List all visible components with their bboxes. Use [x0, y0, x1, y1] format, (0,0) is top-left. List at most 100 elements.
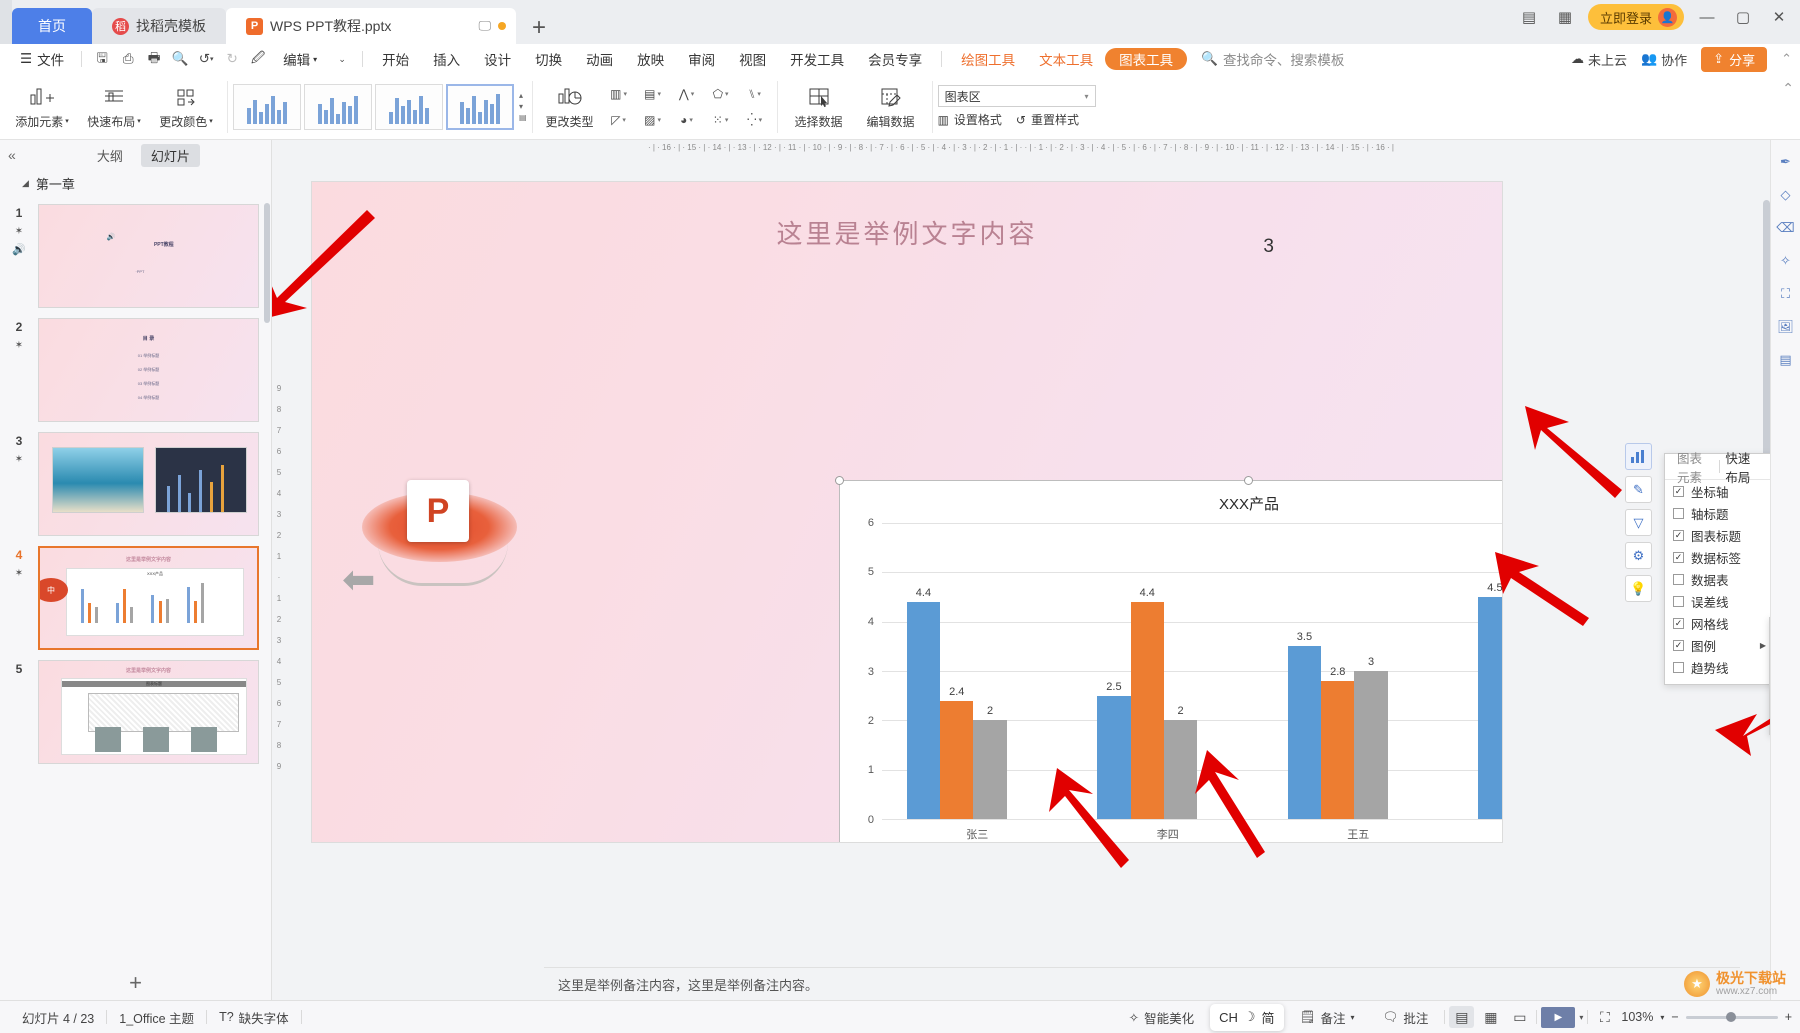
print-preview-icon[interactable]: 🔍: [167, 47, 193, 71]
file-menu-button[interactable]: ☰ 文件: [10, 49, 74, 69]
monitor-icon[interactable]: 🖵: [478, 18, 491, 34]
crop-icon[interactable]: ⛶: [1781, 286, 1790, 302]
pie-chart-type-icon[interactable]: ◕ ▾: [670, 113, 704, 127]
notes-toggle-button[interactable]: 🗒 备注 ▾: [1288, 1008, 1367, 1027]
chart-bar[interactable]: [1130, 601, 1164, 819]
bar-chart-type-icon[interactable]: ▥ ▾: [602, 87, 636, 101]
chart-element-row[interactable]: 轴标题: [1665, 502, 1770, 524]
menu-item-view[interactable]: 视图: [727, 44, 778, 74]
missing-font-button[interactable]: T? 缺失字体: [207, 1008, 301, 1027]
chart-element-row[interactable]: 趋势线: [1665, 656, 1770, 678]
list-item[interactable]: 1 ✶ 🔊 PPT教程 ·PPT 🔊: [0, 199, 271, 313]
zoom-slider[interactable]: [1685, 1011, 1778, 1022]
edit-data-button[interactable]: 编辑数据: [855, 76, 927, 138]
picture-icon[interactable]: 🖼: [1777, 319, 1794, 335]
reset-style-button[interactable]: ↺ 重置样式: [1016, 111, 1079, 128]
reading-view-button[interactable]: ▭: [1507, 1006, 1532, 1028]
tool-tab-text[interactable]: 文本工具: [1027, 44, 1105, 74]
menu-item-review[interactable]: 审阅: [676, 44, 727, 74]
chart-bar[interactable]: [1097, 695, 1131, 819]
checkbox[interactable]: ✓: [1673, 617, 1684, 629]
comment-button[interactable]: 🗨 批注: [1370, 1008, 1440, 1027]
slide-canvas[interactable]: 这里是举例文字内容 3 4 P ⬅: [312, 182, 1502, 842]
start-slideshow-button[interactable]: ▶: [1541, 1006, 1576, 1028]
chart-style-option-3[interactable]: [375, 83, 443, 130]
zoom-slider-knob[interactable]: [1725, 1011, 1736, 1022]
grid-view-icon[interactable]: ▦: [1552, 4, 1578, 30]
chart-bar[interactable]: [1287, 646, 1322, 819]
menu-item-developer[interactable]: 开发工具: [778, 44, 856, 74]
slide-thumbnail[interactable]: 目 录 01 举例标题 02 举例标题 03 举例标题 04 举例标题: [38, 318, 259, 422]
scatter-chart-type-icon[interactable]: ⁙ ▾: [704, 113, 738, 127]
login-button[interactable]: 立即登录 👤: [1587, 4, 1684, 30]
chart-area-select[interactable]: 图表区 ▾: [937, 85, 1096, 107]
maximize-button[interactable]: ▢: [1730, 4, 1756, 30]
tool-tab-drawing[interactable]: 绘图工具: [949, 44, 1027, 74]
combo-chart-type-icon[interactable]: ▨ ▾: [636, 113, 670, 127]
list-item[interactable]: 3 ✶: [0, 427, 271, 541]
slide-list[interactable]: 1 ✶ 🔊 PPT教程 ·PPT 🔊 2 ✶ 目 录 01 举例标题 02 举例…: [0, 199, 271, 966]
chart-element-row[interactable]: ✓ 图表标题: [1665, 524, 1770, 546]
chart-element-row[interactable]: ✓ 数据标签: [1665, 546, 1770, 568]
slide-thumbnail-selected[interactable]: 这里是举例文字内容 XXX产品 中: [38, 546, 259, 650]
zoom-level[interactable]: 103%: [1621, 1010, 1653, 1024]
chart-element-row[interactable]: ✓ 网格线: [1665, 612, 1770, 634]
tab-find-template[interactable]: 稻 找稻壳模板: [92, 8, 226, 44]
slide-sorter-view-button[interactable]: ▦: [1478, 1006, 1503, 1028]
command-search[interactable]: 🔍 查找命令、搜索模板: [1187, 49, 1344, 69]
select-data-button[interactable]: 选择数据: [783, 76, 855, 138]
chevron-right-icon[interactable]: ▶: [1760, 641, 1766, 650]
chart-element-row[interactable]: 误差线: [1665, 590, 1770, 612]
print-icon[interactable]: 🖶: [141, 47, 167, 71]
checkbox[interactable]: ✓: [1673, 529, 1684, 541]
chart-style-option-4[interactable]: [446, 83, 514, 130]
change-color-button[interactable]: 更改颜色 ▾: [150, 76, 222, 138]
minimize-button[interactable]: —: [1694, 4, 1720, 30]
tab-document[interactable]: P WPS PPT教程.pptx 🖵: [226, 8, 516, 44]
feather-icon[interactable]: ✒: [1780, 154, 1791, 170]
tab-home[interactable]: 首页: [12, 8, 92, 44]
stock-chart-type-icon[interactable]: ⑊ ▾: [738, 87, 772, 101]
chapter-group[interactable]: ◢ 第一章: [0, 166, 271, 199]
checkbox[interactable]: ✓: [1673, 551, 1684, 563]
chart-ideas-icon[interactable]: 💡: [1625, 575, 1652, 602]
list-item[interactable]: 4 ✶ 这里是举例文字内容 XXX产品 中: [0, 541, 271, 655]
chart-style-icon[interactable]: ✎: [1625, 476, 1652, 503]
chart-title[interactable]: XXX产品: [840, 493, 1502, 514]
format-painter-icon[interactable]: 🖉: [245, 47, 271, 71]
tab-slides[interactable]: 幻灯片: [140, 143, 200, 167]
page-title[interactable]: 这里是举例文字内容: [312, 214, 1502, 251]
menu-item-slideshow[interactable]: 放映: [625, 44, 676, 74]
chart-bar[interactable]: [973, 720, 1007, 819]
slide-thumbnail[interactable]: [38, 432, 259, 536]
shapes-icon[interactable]: ◇: [1781, 187, 1791, 203]
chart-bar[interactable]: [940, 700, 974, 819]
chart-element-row[interactable]: 数据表: [1665, 568, 1770, 590]
slide-thumbnail[interactable]: 这里是举例文字内容 图表标题: [38, 660, 259, 764]
undo-icon[interactable]: ↺ ▾: [193, 47, 219, 71]
chart-bar[interactable]: [1354, 671, 1388, 819]
list-item[interactable]: 2 ✶ 目 录 01 举例标题 02 举例标题 03 举例标题 04 举例标题: [0, 313, 271, 427]
chart-bar[interactable]: [1163, 720, 1198, 819]
add-element-button[interactable]: 添加元素 ▾: [6, 76, 78, 138]
line-chart-type-icon[interactable]: ⋀ ▾: [670, 87, 704, 101]
eraser-icon[interactable]: ⌫: [1776, 220, 1794, 236]
checkbox[interactable]: ✓: [1673, 485, 1684, 497]
menu-item-animation[interactable]: 动画: [574, 44, 625, 74]
chart-object[interactable]: XXX产品 0 1 2 3 4 5 6 4.4 2.4 2 张三 2.5 4.4 2 李四 3.5 2.8 3 王五…: [835, 476, 1502, 842]
resize-handle-tc[interactable]: [1244, 476, 1253, 485]
checkbox[interactable]: [1673, 595, 1684, 607]
horizontal-bar-chart-type-icon[interactable]: ▤ ▾: [636, 87, 670, 101]
save-icon[interactable]: 🖫: [89, 47, 115, 71]
layers-icon[interactable]: ▤: [1779, 352, 1791, 368]
theme-name[interactable]: 1_Office 主题: [107, 1008, 206, 1027]
notes-pane[interactable]: 这里是举例备注内容，这里是举例备注内容。: [544, 967, 1740, 1000]
normal-view-button[interactable]: ▤: [1449, 1006, 1475, 1028]
chart-bar[interactable]: [906, 601, 941, 819]
zoom-out-button[interactable]: −: [1671, 1010, 1678, 1024]
chart-style-option-2[interactable]: [304, 83, 372, 130]
tab-outline[interactable]: 大纲: [87, 144, 133, 167]
close-button[interactable]: ✕: [1766, 4, 1792, 30]
split-view-icon[interactable]: ▤: [1516, 4, 1542, 30]
slide-thumbnail[interactable]: PPT教程 ·PPT 🔊: [38, 204, 259, 308]
